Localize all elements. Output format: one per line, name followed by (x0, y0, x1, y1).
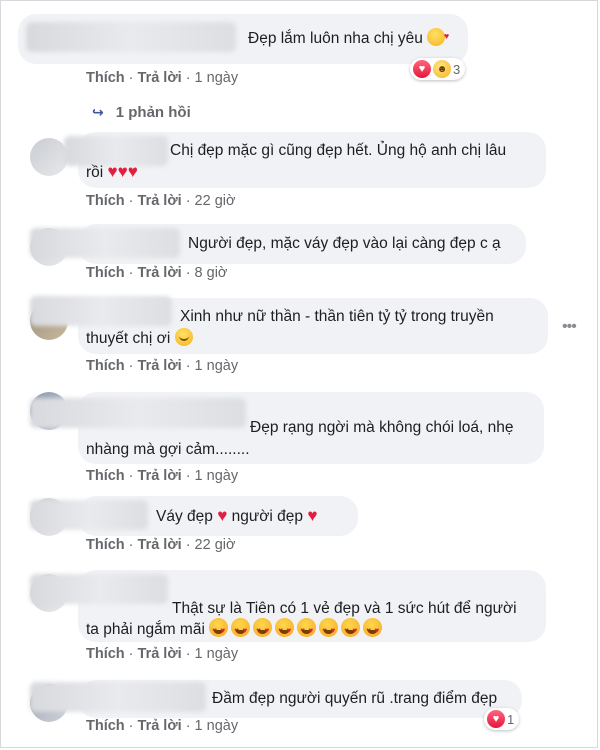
comment-text: Thật sự là Tiên có 1 vẻ đẹp và 1 sức hút… (172, 600, 517, 617)
comment-text-line2: ta phải ngắm mãi (86, 618, 385, 642)
view-replies-link[interactable]: ↪ 1 phản hồi (92, 104, 191, 121)
comment-text: Chị đẹp mặc gì cũng đẹp hết. Ủng hộ anh … (170, 142, 507, 159)
reply-button[interactable]: Trả lời (138, 358, 182, 374)
comment-text-line2: nhàng mà gợi cảm........ (86, 441, 250, 458)
commenter-name (30, 574, 168, 604)
comment-actions: Thích · Trả lời · 22 giờ (86, 193, 236, 209)
comment-text: Người đẹp, mặc váy đẹp vào lại càng đẹp … (188, 235, 501, 252)
commenter-name (26, 22, 236, 52)
comment-time[interactable]: 8 giờ (195, 265, 228, 281)
replies-count: 1 phản hồi (115, 104, 191, 121)
heart-icon: ♥ (107, 162, 118, 181)
like-button[interactable]: Thích (86, 70, 125, 86)
comment-time[interactable]: 22 giờ (195, 537, 236, 553)
comment-text: Đẹp rạng ngời mà không chói loá, nhẹ (250, 419, 514, 436)
reply-button[interactable]: Trả lời (138, 265, 182, 281)
heart-icon: ♥ (117, 162, 128, 181)
comment-text-line2: thuyết chị ơi (86, 328, 193, 350)
comment-actions: Thích · Trả lời · 1 ngày (86, 468, 239, 484)
comment-text: Xinh như nữ thần - thần tiên tỷ tỷ trong… (180, 308, 494, 325)
more-options-icon[interactable]: ••• (562, 318, 577, 336)
comment-text: Váy đẹp ♥ người đẹp ♥ (156, 506, 318, 525)
reaction-count: 3 (453, 61, 461, 77)
comment-time[interactable]: 1 ngày (195, 718, 239, 734)
comment-time[interactable]: 1 ngày (195, 358, 239, 374)
comment-actions: Thích · Trả lời · 8 giờ (86, 265, 228, 281)
comment-actions: Thích · Trả lời · 1 ngày (86, 358, 239, 374)
heart-icon: ♥ (127, 162, 138, 181)
comment-actions: Thích · Trả lời · 1 ngày (86, 70, 239, 86)
heart-eyes-emoji-icon (341, 618, 361, 642)
reaction-summary[interactable]: ♥ 1 (484, 708, 520, 730)
heart-icon: ♥ (217, 506, 228, 525)
comment-time[interactable]: 1 ngày (195, 646, 239, 662)
comment-time[interactable]: 1 ngày (195, 70, 239, 86)
like-button[interactable]: Thích (86, 468, 125, 484)
comment-actions: Thích · Trả lời · 22 giờ (86, 537, 236, 553)
commenter-name (30, 398, 246, 428)
commenter-name (30, 682, 206, 712)
reply-button[interactable]: Trả lời (138, 646, 182, 662)
like-button[interactable]: Thích (86, 193, 125, 209)
heart-eyes-emoji-icon (253, 618, 273, 642)
heart-eyes-emoji-icon (231, 618, 251, 642)
heart-eyes-emoji-icon (363, 618, 383, 642)
haha-reaction-icon: ☻ (433, 60, 451, 78)
heart-icon: ♥ (307, 506, 318, 525)
like-button[interactable]: Thích (86, 718, 125, 734)
reaction-summary[interactable]: ♥ ☻ 3 (410, 58, 466, 80)
love-reaction-icon: ♥ (413, 60, 431, 78)
commenter-name (30, 228, 180, 258)
like-button[interactable]: Thích (86, 646, 125, 662)
comment-text: Đầm đẹp người quyến rũ .trang điểm đẹp (212, 690, 498, 707)
reply-button[interactable]: Trả lời (138, 193, 182, 209)
reply-button[interactable]: Trả lời (138, 70, 182, 86)
comment-text-line2: rồi ♥♥♥ (86, 162, 138, 181)
reply-arrow-icon: ↪ (92, 104, 104, 120)
love-reaction-icon: ♥ (487, 710, 505, 728)
reaction-count: 1 (507, 711, 515, 727)
comment-time[interactable]: 1 ngày (195, 468, 239, 484)
comment-text: Đẹp lắm luôn nha chị yêu (248, 25, 449, 50)
reply-button[interactable]: Trả lời (138, 537, 182, 553)
avatar[interactable] (30, 138, 68, 176)
smile-emoji-icon (174, 328, 193, 346)
commenter-name (30, 296, 172, 326)
reply-button[interactable]: Trả lời (138, 468, 182, 484)
like-button[interactable]: Thích (86, 537, 125, 553)
like-button[interactable]: Thích (86, 265, 125, 281)
heart-eyes-emoji-icon (297, 618, 317, 642)
comment-actions: Thích · Trả lời · 1 ngày (86, 718, 239, 734)
like-button[interactable]: Thích (86, 358, 125, 374)
heart-eyes-emoji-icon (209, 618, 229, 642)
heart-eyes-emoji-icon (319, 618, 339, 642)
commenter-name (30, 500, 148, 530)
comment-time[interactable]: 22 giờ (195, 193, 236, 209)
heart-eyes-emoji-icon (275, 618, 295, 642)
reply-button[interactable]: Trả lời (138, 718, 182, 734)
comment-actions: Thích · Trả lời · 1 ngày (86, 646, 239, 662)
kiss-emoji-icon (427, 25, 449, 47)
